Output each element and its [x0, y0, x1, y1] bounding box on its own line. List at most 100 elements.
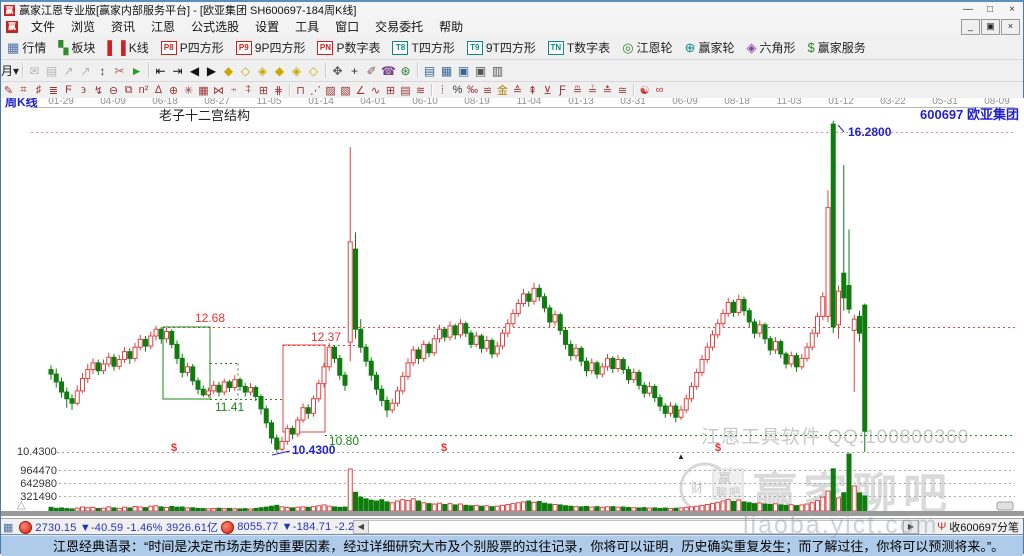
fib-icon[interactable]: Ƒ: [555, 82, 570, 98]
eq-m-icon[interactable]: ≞: [570, 82, 585, 98]
toolbar-p-number-table-button[interactable]: PN P数字表: [311, 36, 386, 59]
toolbar-gann-wheel-button[interactable]: ◎ 江恩轮: [616, 36, 678, 59]
toolbar-sectors-button[interactable]: ▚ 板块: [52, 36, 101, 59]
next-bar-icon[interactable]: ▶: [203, 60, 220, 81]
minimize-button[interactable]: —: [957, 2, 979, 18]
menu-item-window[interactable]: 窗口: [327, 19, 367, 36]
menu-item-help[interactable]: 帮助: [431, 19, 471, 36]
prev-bar-icon[interactable]: ◀: [186, 60, 203, 81]
clip-icon[interactable]: ✂: [111, 60, 128, 81]
trend-b-icon[interactable]: ↗: [77, 60, 94, 81]
mdi-restore-button[interactable]: ▣: [981, 19, 1000, 35]
toolbar-t-square-button[interactable]: T8 T四方形: [386, 36, 460, 59]
diamond-5-icon[interactable]: ◈: [288, 60, 305, 81]
menu-item-formula-stock-pick[interactable]: 公式选股: [183, 19, 247, 36]
scroll-track[interactable]: [369, 520, 903, 534]
eq-star-icon[interactable]: ≛: [600, 82, 615, 98]
bowtie-icon[interactable]: ⋈: [211, 82, 226, 98]
congruent-icon[interactable]: ≅: [615, 82, 630, 98]
lines-icon[interactable]: ≣: [46, 82, 61, 98]
yin-yang-icon[interactable]: ☯: [637, 82, 652, 98]
mdi-close-button[interactable]: ×: [1001, 19, 1020, 35]
diamond-3-icon[interactable]: ◈: [254, 60, 271, 81]
pane-mini-button[interactable]: [996, 501, 1014, 511]
toolbar-winner-service-button[interactable]: $ 赢家服务: [801, 36, 871, 59]
box-arrow-icon[interactable]: ⍆: [226, 82, 241, 98]
pan-hand-icon[interactable]: ✥: [329, 60, 346, 81]
calculator-icon[interactable]: ▦: [438, 60, 455, 81]
n-square-icon[interactable]: n²: [136, 82, 151, 98]
quote-grid-icon[interactable]: ▦: [3, 521, 13, 534]
report-icon[interactable]: ▤: [43, 60, 60, 81]
first-page-icon[interactable]: ⇤: [152, 60, 169, 81]
mdi-minimize-button[interactable]: _: [961, 19, 980, 35]
toolbar-p-square-button[interactable]: P8 P四方形: [155, 36, 230, 59]
toolbar-quotes-button[interactable]: ▦ 行情: [1, 36, 52, 59]
diamond-6-icon[interactable]: ◇: [305, 60, 322, 81]
levels-up-icon[interactable]: ⇞: [525, 82, 540, 98]
diamond-4-icon[interactable]: ◆: [271, 60, 288, 81]
trend-a-icon[interactable]: ↗: [60, 60, 77, 81]
calendar-icon[interactable]: ▤: [421, 60, 438, 81]
fan-lines-icon[interactable]: ⋰: [308, 82, 323, 98]
last-page-icon[interactable]: ⇥: [169, 60, 186, 81]
hash-lines-icon[interactable]: ⋕: [271, 82, 286, 98]
zigzag-icon[interactable]: ↯: [91, 82, 106, 98]
grid-small-icon[interactable]: ⌗: [16, 82, 31, 98]
menu-item-tools[interactable]: 工具: [287, 19, 327, 36]
triangle-tool-icon[interactable]: ∆: [151, 82, 166, 98]
gann-grid-icon[interactable]: ▦: [196, 82, 211, 98]
kline-chart-svg[interactable]: 江恩工具软件 QQ:100800360赢家聊吧财赢聊吧01-2904-0906-…: [1, 94, 1024, 519]
eq-q-icon[interactable]: ≟: [585, 82, 600, 98]
phone-icon[interactable]: ☎: [380, 60, 397, 81]
infinity-icon[interactable]: ∞: [652, 82, 667, 98]
mail-icon[interactable]: ✉: [26, 60, 43, 81]
menu-item-gann[interactable]: 江恩: [143, 19, 183, 36]
gann-f-icon[interactable]: Ϝ: [61, 82, 76, 98]
draw-icon[interactable]: ✐: [363, 60, 380, 81]
gann-circle-icon[interactable]: ⊕: [166, 82, 181, 98]
wave-bands-icon[interactable]: ≋: [413, 82, 428, 98]
close-button[interactable]: ×: [1001, 2, 1023, 18]
maximize-button[interactable]: □: [979, 2, 1001, 18]
diamond-2-icon[interactable]: ◇: [237, 60, 254, 81]
star-lines-icon[interactable]: ✳: [181, 82, 196, 98]
percent-icon[interactable]: %: [450, 82, 465, 98]
scroll-left-button[interactable]: ◀: [353, 520, 369, 534]
export-icon[interactable]: ▥: [489, 60, 506, 81]
toolbar-hexagon-button[interactable]: ◈ 六角形: [740, 36, 801, 59]
toolbar-winner-wheel-button[interactable]: ⊕ 赢家轮: [679, 36, 741, 59]
retrace-icon[interactable]: ϶: [76, 82, 91, 98]
toolbar-kline-button[interactable]: ▌▐ K线: [101, 36, 154, 59]
updown-dropdown-icon[interactable]: ↕: [94, 60, 111, 81]
flag-icon[interactable]: ►: [128, 60, 145, 81]
grid-plus-icon[interactable]: ⊞: [256, 82, 271, 98]
menu-item-trade-entrust[interactable]: 交易委托: [367, 19, 431, 36]
menu-item-settings[interactable]: 设置: [247, 19, 287, 36]
chart-area[interactable]: 江恩工具软件 QQ:100800360赢家聊吧财赢聊吧01-2904-0906-…: [1, 94, 1024, 519]
angle-tool-icon[interactable]: ∠: [353, 82, 368, 98]
box-up-icon[interactable]: ⍏: [241, 82, 256, 98]
gold-ratio-icon[interactable]: 金: [495, 82, 510, 98]
shade-1-icon[interactable]: ▨: [323, 82, 338, 98]
horizontal-scrollbar[interactable]: ◀ ▶: [353, 520, 919, 534]
approx-icon[interactable]: ≌: [480, 82, 495, 98]
pencil-icon[interactable]: ✎: [1, 82, 16, 98]
scroll-right-button[interactable]: ▶: [903, 520, 919, 534]
sharp-icon[interactable]: ♯: [31, 82, 46, 98]
diamond-1-icon[interactable]: ◆: [220, 60, 237, 81]
menu-item-file[interactable]: 文件: [23, 19, 63, 36]
crosshair-icon[interactable]: +: [346, 60, 363, 81]
price-rows-icon[interactable]: ▤: [398, 82, 413, 98]
cycle-wave-icon[interactable]: ∿: [368, 82, 383, 98]
menu-item-news[interactable]: 资讯: [103, 19, 143, 36]
arc-tool-icon[interactable]: ⊓: [293, 82, 308, 98]
bars-tool-icon[interactable]: ⦙: [435, 82, 450, 98]
save-data-icon[interactable]: ▣: [472, 60, 489, 81]
toolbar-t-number-table-button[interactable]: TN T数字表: [542, 36, 616, 59]
xor-lines-icon[interactable]: ⊻: [540, 82, 555, 98]
wheel-small-icon[interactable]: ⊛: [397, 60, 414, 81]
toolbar-9p-square-button[interactable]: P9 9P四方形: [230, 36, 312, 59]
save-layout-icon[interactable]: ▣: [455, 60, 472, 81]
circle-line-icon[interactable]: ⊖: [106, 82, 121, 98]
